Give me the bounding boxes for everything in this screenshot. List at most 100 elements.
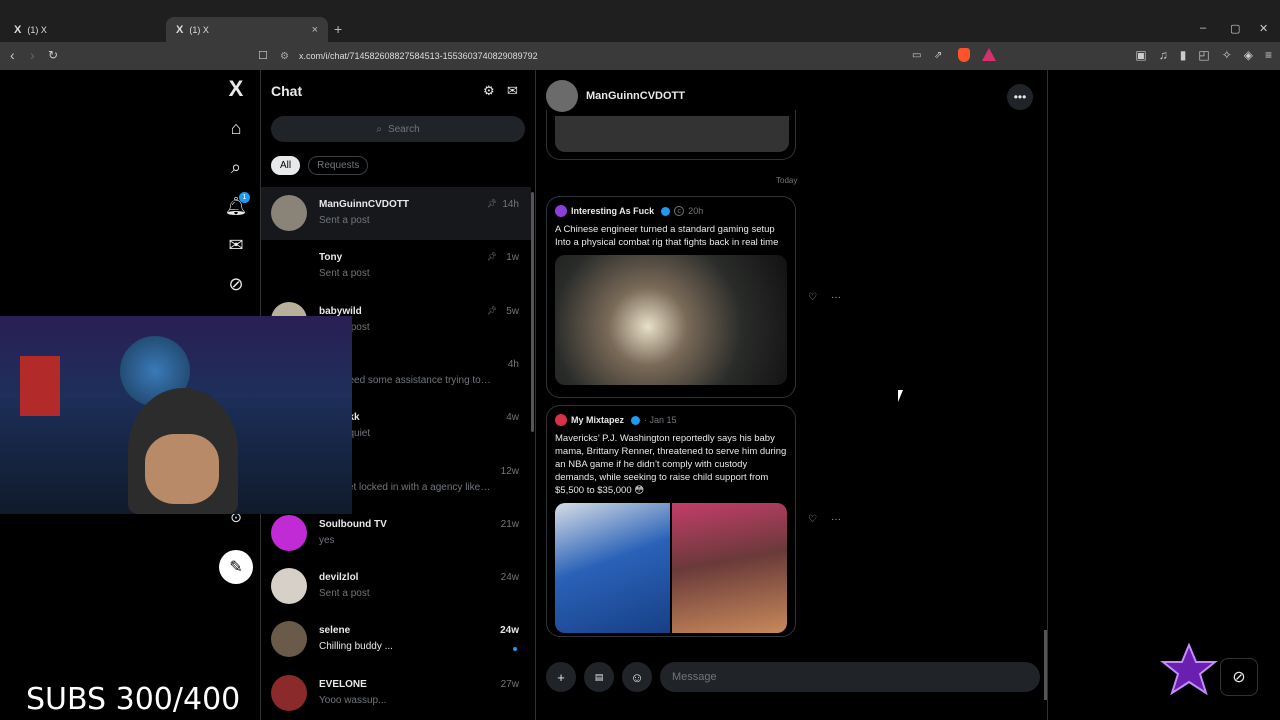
post-author-avatar[interactable] bbox=[555, 205, 567, 217]
conversation-preview: Sent a post bbox=[319, 268, 370, 280]
site-info-icon[interactable]: ⚙ bbox=[280, 51, 289, 62]
x-logo-icon[interactable]: X bbox=[225, 76, 247, 101]
brave-shields-icon[interactable] bbox=[958, 48, 970, 62]
notification-badge: 1 bbox=[239, 192, 250, 203]
address-bar[interactable]: ⚙ x.com/i/chat/714582608827584513-155360… bbox=[280, 46, 1000, 66]
chat-search[interactable]: ⌕ Search bbox=[271, 116, 525, 142]
webcam-face bbox=[145, 434, 219, 504]
thread-header[interactable]: ManGuinnCVDOTT bbox=[546, 80, 685, 112]
grok-floating-button[interactable]: ⊘ bbox=[1220, 658, 1258, 696]
affiliate-badge: c bbox=[674, 206, 685, 216]
star-logo-icon bbox=[1160, 643, 1218, 695]
post-author-avatar[interactable] bbox=[555, 414, 567, 426]
conversation-item[interactable]: selene Chilling buddy ... 24w bbox=[261, 613, 531, 666]
avatar[interactable] bbox=[271, 621, 307, 658]
thread-more-button[interactable]: ••• bbox=[1007, 84, 1033, 110]
avatar[interactable] bbox=[271, 514, 307, 551]
previous-shared-post[interactable] bbox=[546, 110, 796, 160]
sidebar-icon[interactable]: ▮ bbox=[1180, 48, 1187, 62]
wallet-icon[interactable]: ◰ bbox=[1198, 48, 1209, 62]
conversation-item[interactable]: Tony Sent a post 📌︎ 1w bbox=[261, 240, 531, 293]
conversation-item[interactable]: Soulbound TV yes 21w bbox=[261, 507, 531, 560]
post-image-left[interactable] bbox=[555, 503, 670, 633]
emoji-button[interactable]: ☺ bbox=[622, 662, 652, 692]
reader-icon[interactable]: ▣ bbox=[1135, 48, 1146, 62]
post-media[interactable] bbox=[555, 116, 789, 152]
shared-post[interactable]: Interesting As Fuck c 20h A Chinese engi… bbox=[546, 196, 796, 398]
compose-post-button[interactable]: ✎ bbox=[219, 550, 253, 584]
post-author[interactable]: Interesting As Fuck bbox=[571, 206, 654, 216]
new-tab-button[interactable]: + bbox=[334, 21, 342, 37]
conversation-preview: Sent a post bbox=[319, 588, 370, 600]
conversation-preview: yes bbox=[319, 534, 335, 546]
message-input[interactable] bbox=[660, 662, 1040, 692]
pin-icon: 📌︎ bbox=[486, 199, 497, 208]
maximize-button[interactable]: ▢ bbox=[1230, 22, 1240, 35]
avatar[interactable] bbox=[271, 568, 307, 605]
more-icon[interactable]: ··· bbox=[831, 292, 841, 303]
react-icon[interactable]: ♡ bbox=[808, 514, 817, 525]
vpn-icon[interactable]: ◈ bbox=[1244, 48, 1253, 62]
browser-tab-2[interactable]: X (1) X × bbox=[166, 17, 328, 42]
conversation-time: 24w bbox=[500, 625, 519, 637]
settings-icon[interactable]: ⚙ bbox=[483, 83, 495, 99]
x-logo-icon: X bbox=[176, 23, 184, 36]
close-tab-icon[interactable]: × bbox=[312, 24, 318, 36]
search-icon[interactable]: ⌕ bbox=[225, 156, 247, 178]
bell-icon[interactable]: 🔔︎ 1 bbox=[225, 192, 250, 217]
message-composer: + ▤ ☺ bbox=[546, 660, 1040, 694]
leo-icon[interactable]: ✧ bbox=[1222, 48, 1232, 62]
chat-list-scrollbar[interactable] bbox=[531, 192, 534, 432]
post-time: · Jan 15 bbox=[644, 415, 677, 425]
post-author[interactable]: My Mixtapez bbox=[571, 415, 624, 425]
media-icon[interactable]: ♫ bbox=[1159, 48, 1168, 62]
minimize-button[interactable]: – bbox=[1200, 22, 1206, 34]
conversation-name: Soulbound TV bbox=[319, 518, 387, 530]
gif-button[interactable]: ▤ bbox=[584, 662, 614, 692]
shared-post[interactable]: My Mixtapez · Jan 15 Mavericks’ P.J. Was… bbox=[546, 405, 796, 637]
brave-rewards-icon[interactable] bbox=[982, 48, 996, 61]
browser-tab-1[interactable]: X (1) X bbox=[4, 17, 164, 42]
post-image-right[interactable] bbox=[672, 503, 787, 633]
add-attachment-button[interactable]: + bbox=[546, 662, 576, 692]
conversation-time: 24w bbox=[500, 572, 519, 584]
search-placeholder: Search bbox=[387, 123, 420, 135]
reload-icon[interactable]: ↻ bbox=[48, 48, 58, 62]
contact-avatar[interactable] bbox=[546, 80, 578, 112]
verified-badge-icon bbox=[661, 206, 671, 216]
conversation-item[interactable]: EVELONE Yooo wassup... 27w bbox=[261, 667, 531, 720]
date-divider: Today bbox=[776, 176, 798, 185]
menu-icon[interactable]: ≡ bbox=[1265, 48, 1272, 62]
avatar[interactable] bbox=[271, 674, 307, 711]
conversation-name: selene bbox=[319, 625, 351, 637]
conversation-preview: Yooo wassup... bbox=[319, 694, 387, 706]
conversation-time: 4h bbox=[507, 358, 519, 370]
forward-icon[interactable]: › bbox=[30, 47, 35, 63]
conversation-name: Tony bbox=[319, 252, 343, 264]
conversation-item[interactable]: ManGuinnCVDOTT Sent a post 📌︎ 14h bbox=[261, 187, 531, 240]
home-icon[interactable]: ⌂ bbox=[225, 117, 247, 139]
react-icon[interactable]: ♡ bbox=[808, 292, 817, 303]
conversation-time: 1w bbox=[506, 252, 519, 264]
post-images[interactable] bbox=[555, 503, 787, 633]
avatar[interactable] bbox=[271, 195, 307, 231]
conversation-name: EVELONE bbox=[319, 678, 367, 690]
back-icon[interactable]: ‹ bbox=[10, 47, 15, 63]
more-icon[interactable]: ··· bbox=[831, 514, 841, 525]
pin-icon: 📌︎ bbox=[486, 252, 497, 262]
filter-all[interactable]: All bbox=[271, 156, 301, 175]
conversation-item[interactable]: devilzlol Sent a post 24w bbox=[261, 560, 531, 613]
new-message-icon[interactable]: ✉ bbox=[507, 83, 518, 99]
grok-icon[interactable]: ⊘ bbox=[225, 273, 247, 295]
bookmark-icon[interactable]: ☐ bbox=[258, 49, 268, 62]
conversation-time: 21w bbox=[500, 518, 519, 530]
post-video[interactable] bbox=[555, 255, 787, 385]
share-icon[interactable]: ⇗ bbox=[934, 50, 942, 61]
cast-icon[interactable]: ▭ bbox=[912, 50, 921, 61]
verified-badge-icon bbox=[631, 415, 641, 425]
close-window-button[interactable]: ✕ bbox=[1259, 22, 1268, 35]
filter-requests[interactable]: Requests bbox=[308, 156, 369, 175]
mail-icon[interactable]: ✉ bbox=[225, 234, 247, 256]
avatar[interactable] bbox=[271, 248, 307, 285]
thread-scrollbar[interactable] bbox=[1044, 630, 1047, 700]
